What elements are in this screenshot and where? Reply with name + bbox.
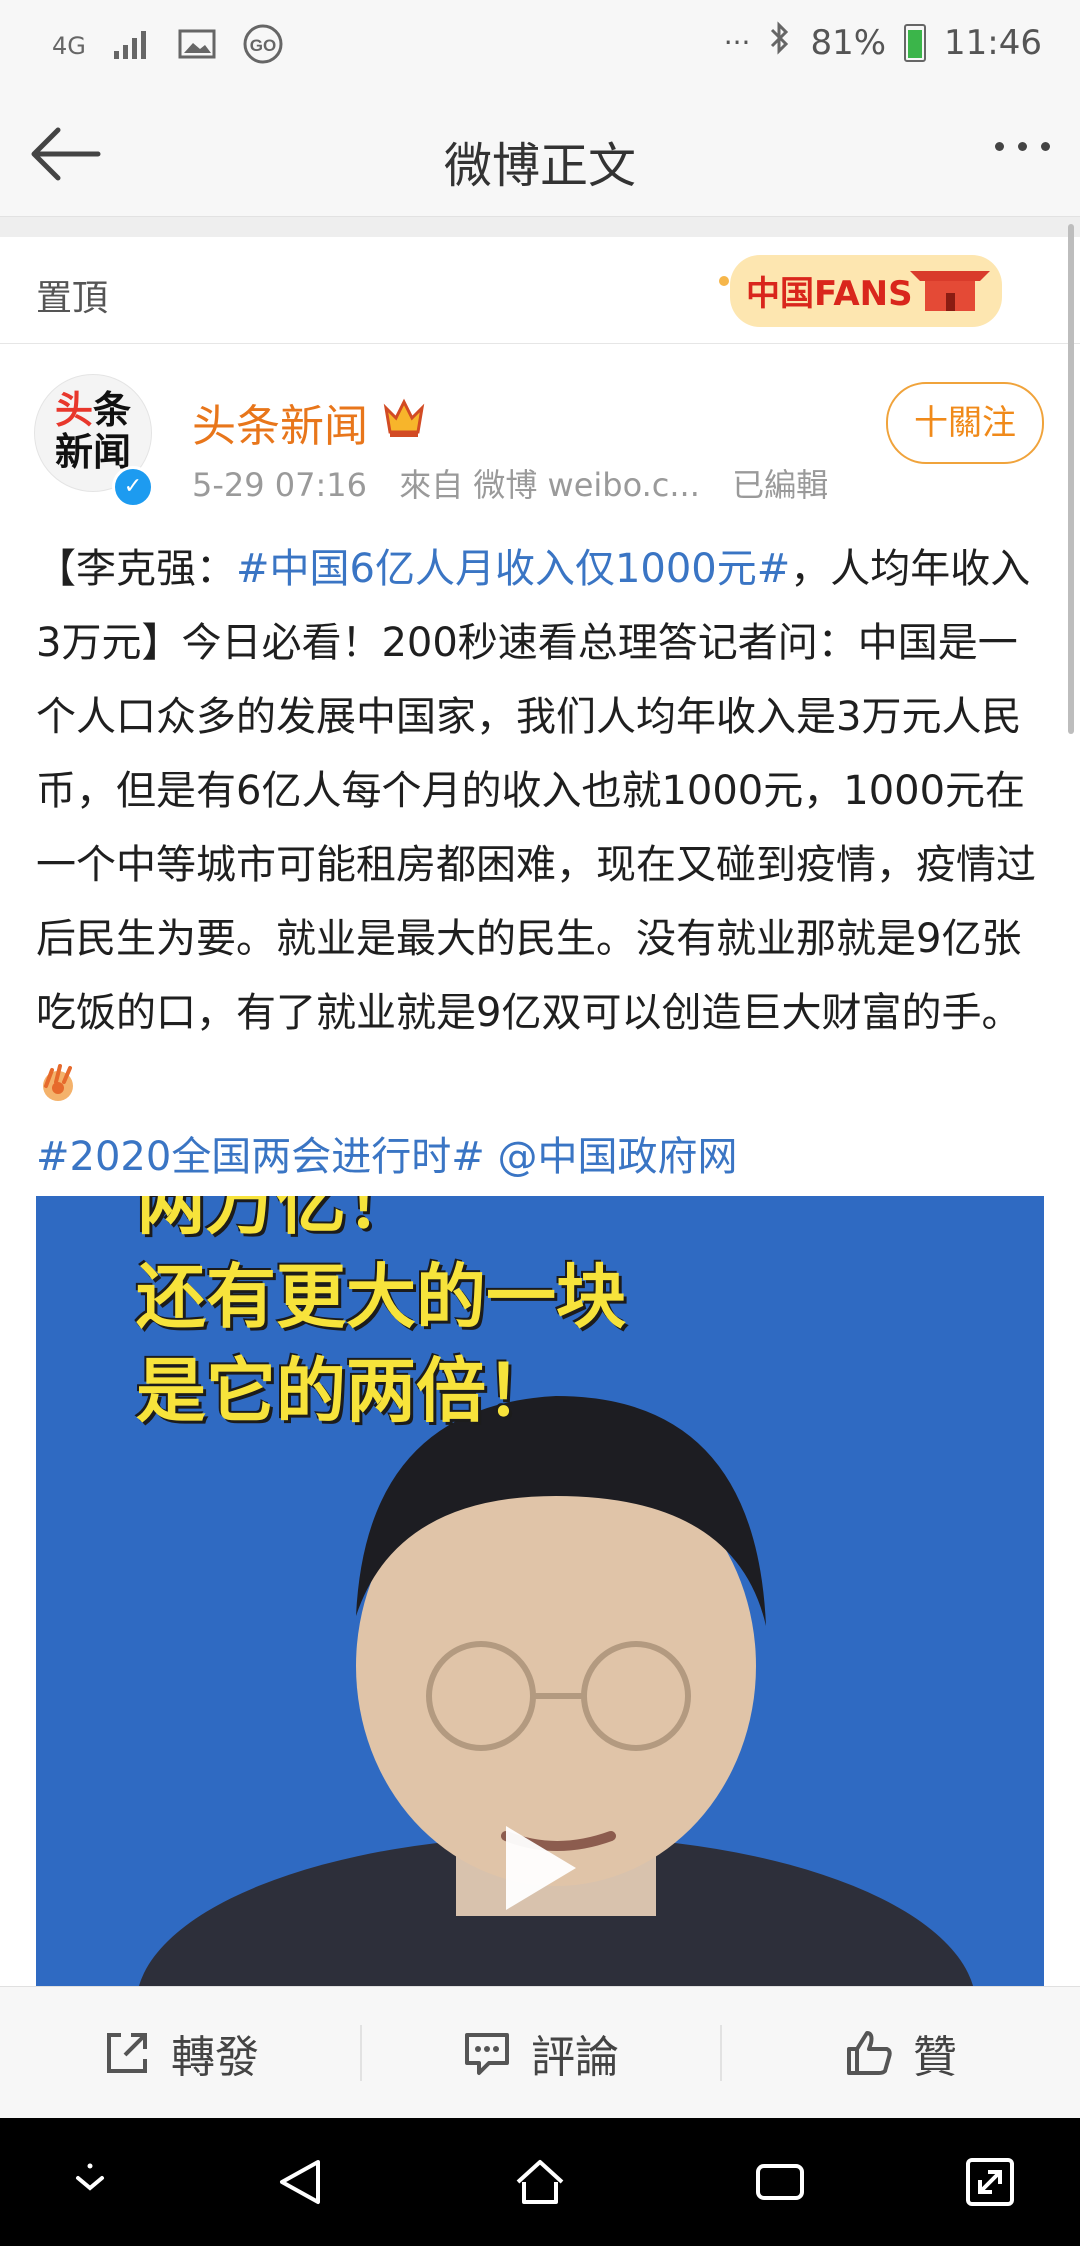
more-dot-icon [995, 142, 1004, 151]
post-tags: #2020全国两会进行时# @中国政府网 [36, 1120, 738, 1194]
status-bar: 4G GO ··· 81% 11:46 [0, 0, 1080, 92]
home-nav-button[interactable] [510, 2152, 570, 2212]
post-meta: 5-29 07:16 來自 微博 weibo.c... 已編輯 [192, 460, 850, 506]
svg-text:中国FANS: 中国FANS [746, 274, 913, 314]
author-name[interactable]: 头条新闻 [192, 390, 368, 454]
crown-icon [380, 394, 428, 440]
comment-icon [465, 2033, 509, 2075]
status-left-icons: 4G GO [52, 20, 284, 72]
comment-label: 評論 [531, 2032, 619, 2083]
scrollbar[interactable] [1068, 224, 1074, 734]
expand-icon [966, 2158, 1014, 2206]
china-fans-badge[interactable]: 中国FANS [710, 241, 1010, 337]
like-button[interactable]: 贊 [720, 1987, 1080, 2119]
thumbs-up-icon [847, 2031, 892, 2075]
home-icon [516, 2160, 564, 2204]
post-time: 5-29 07:16 [192, 466, 368, 504]
topic-link[interactable]: #中国6亿人月收入仅1000元# [236, 546, 790, 592]
chevron-down-icon [76, 2163, 104, 2191]
expand-nav-button[interactable] [960, 2152, 1020, 2212]
more-dot-icon [1041, 142, 1050, 151]
recents-nav-button[interactable] [750, 2152, 810, 2212]
divider-strip [0, 217, 1080, 237]
comment-button[interactable]: 評論 [360, 1987, 720, 2119]
system-nav-bar [0, 2118, 1080, 2246]
back-triangle-icon [280, 2160, 320, 2204]
post-body: ，人均年收入3万元】今日必看！200秒速看总理答记者问：中国是一个人口众多的发展… [36, 546, 1036, 1036]
battery-percent: 81% [810, 22, 887, 63]
title-bar: 微博正文 [0, 92, 1080, 217]
post-text: 【李克强：#中国6亿人月收入仅1000元#，人均年收入3万元】今日必看！200秒… [36, 532, 1046, 1124]
repost-button[interactable]: 轉發 [0, 1987, 360, 2119]
go-icon: GO [242, 23, 284, 69]
avatar-logo: 头条 新闻 [54, 388, 132, 474]
more-dot-icon [1018, 142, 1027, 151]
battery-icon [904, 23, 927, 62]
recents-icon [756, 2164, 804, 2200]
like-label: 贊 [913, 2032, 957, 2083]
action-bar: 轉發 評論 贊 [0, 1986, 1080, 2119]
follow-button[interactable]: 十關注 [886, 382, 1044, 464]
more-options-button[interactable] [995, 142, 1050, 151]
pinned-row: 置頂 中国FANS [0, 237, 1080, 344]
topic-tag-link[interactable]: #2020全国两会进行时# [36, 1134, 485, 1180]
post-source[interactable]: 來自 微博 weibo.c... [399, 466, 700, 504]
bluetooth-icon [768, 20, 792, 65]
share-icon [107, 2033, 147, 2073]
repost-label: 轉發 [171, 2032, 259, 2083]
network-4g-icon: 4G [52, 32, 86, 60]
edited-label[interactable]: 已編輯 [732, 466, 828, 504]
back-nav-button[interactable] [270, 2152, 330, 2212]
clock: 11:46 [944, 22, 1042, 63]
video-caption: 两万亿！ 还有更大的一块 是它的两倍！ [136, 1196, 626, 1432]
status-right-icons: ··· 81% 11:46 [724, 20, 1042, 65]
page-title: 微博正文 [443, 138, 636, 194]
more-dots-icon: ··· [723, 26, 751, 59]
pinned-label: 置頂 [36, 278, 109, 319]
video-player[interactable]: 两万亿！ 还有更大的一块 是它的两倍！ [36, 1196, 1044, 1986]
clap-emoji-icon [36, 1056, 80, 1101]
post-prefix: 【李克强： [36, 546, 236, 592]
hide-keyboard-button[interactable] [60, 2152, 120, 2212]
play-icon[interactable] [506, 1826, 576, 1910]
image-icon [178, 28, 216, 64]
signal-icon [112, 27, 152, 65]
mention-link[interactable]: @中国政府网 [498, 1134, 738, 1180]
svg-text:GO: GO [250, 36, 276, 55]
verified-icon: ✓ [112, 466, 154, 508]
